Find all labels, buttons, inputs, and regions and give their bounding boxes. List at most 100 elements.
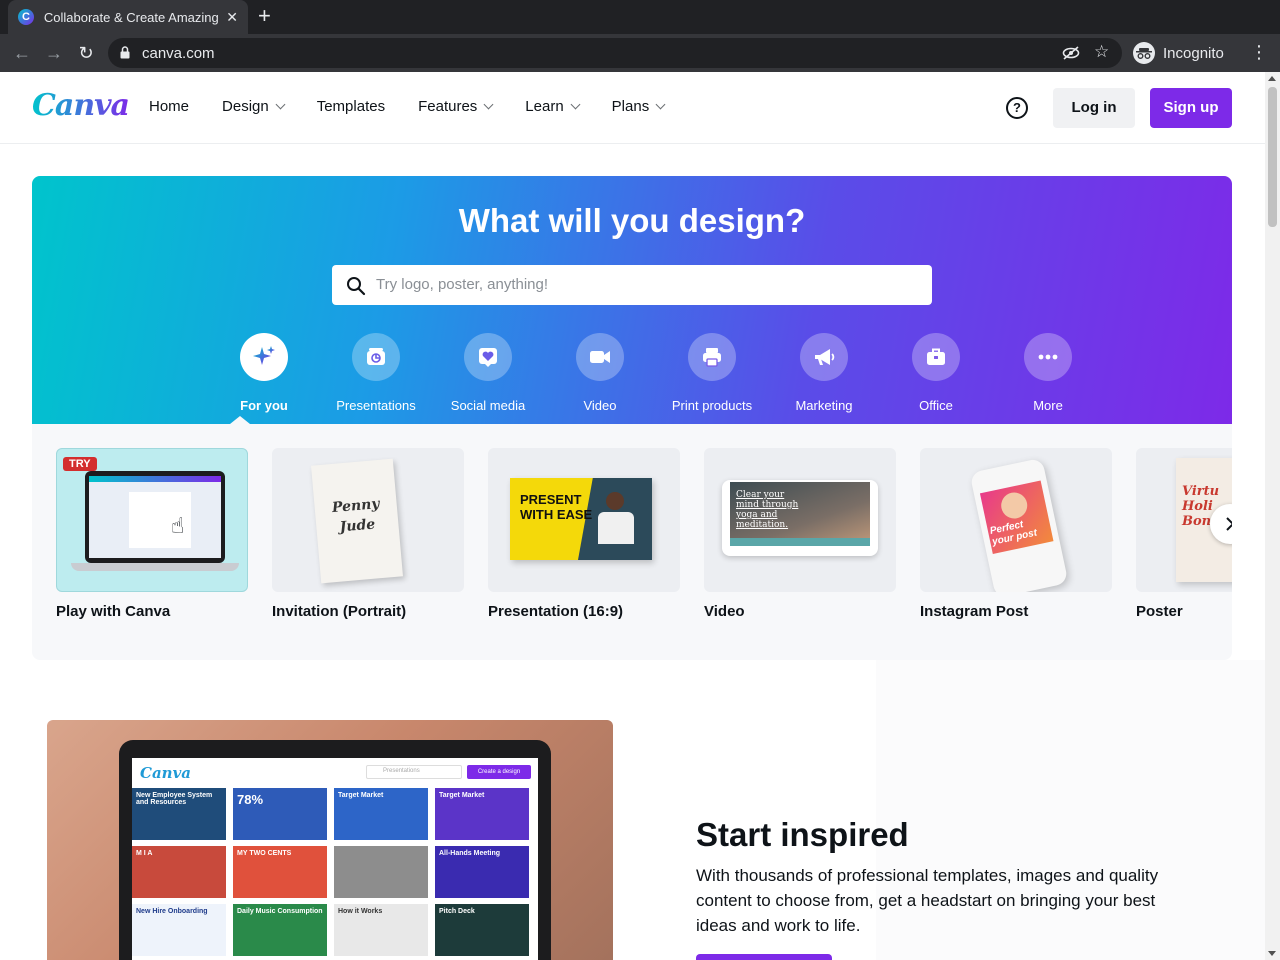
nav-label: Learn (525, 98, 564, 115)
heart-icon (464, 333, 512, 381)
url-text: canva.com (142, 45, 215, 62)
login-button[interactable]: Log in (1053, 88, 1135, 128)
tab-video[interactable]: Video (544, 333, 656, 413)
browser-tab[interactable]: C Collaborate & Create Amazing Graphic D… (8, 0, 248, 34)
category-label: Marketing (795, 398, 853, 413)
scroll-down-arrow-icon[interactable] (1268, 951, 1276, 956)
main-nav: Home Design Templates Features Learn Pla… (149, 98, 697, 115)
template-label: Invitation (Portrait) (272, 603, 407, 620)
canva-dashboard-screenshot: Canva Presentations Create a design New … (132, 758, 538, 960)
mini-tile: Pitch Deck (435, 904, 529, 956)
mini-tile: 78% (233, 788, 327, 840)
tab-print-products[interactable]: Print products (656, 333, 768, 413)
forward-icon[interactable]: → (43, 42, 65, 64)
nav-label: Design (222, 98, 269, 115)
try-badge: TRY (63, 457, 97, 471)
promo-description: With thousands of professional templates… (696, 866, 1159, 935)
template-label: Poster (1136, 603, 1183, 620)
category-tabs: For you Presentations Social media Video (208, 333, 1072, 423)
category-label: More (1033, 398, 1063, 413)
chevron-down-icon (655, 99, 666, 110)
template-instagram-post[interactable]: Perfect your post Instagram Post (920, 448, 1112, 620)
mini-tile (334, 846, 428, 898)
megaphone-icon (800, 333, 848, 381)
promo-laptop-image: Canva Presentations Create a design New … (47, 720, 613, 960)
tab-social-media[interactable]: Social media (432, 333, 544, 413)
mini-tile: Target Market (435, 788, 529, 840)
video-icon (576, 333, 624, 381)
nav-home[interactable]: Home (149, 98, 189, 115)
help-icon[interactable]: ? (1006, 97, 1028, 119)
scroll-up-arrow-icon[interactable] (1268, 76, 1276, 81)
chevron-right-icon (1226, 517, 1232, 531)
tab-more[interactable]: More (992, 333, 1104, 413)
hero-banner: What will you design? Try logo, poster, … (32, 176, 1232, 424)
mini-canva-logo: Canva (140, 764, 191, 782)
nav-plans[interactable]: Plans (611, 98, 666, 115)
promo-cta-button[interactable] (696, 954, 832, 960)
category-label: Social media (450, 398, 526, 413)
active-tab-pointer (230, 416, 250, 424)
template-thumbnail: Perfect your post (920, 448, 1112, 592)
chevron-down-icon (483, 99, 494, 110)
design-search-input[interactable]: Try logo, poster, anything! (332, 265, 932, 305)
mini-tile: MY TWO CENTS (233, 846, 327, 898)
lock-icon (120, 46, 130, 59)
template-label: Presentation (16:9) (488, 603, 624, 620)
template-invitation-portrait[interactable]: Penny Jude Invitation (Portrait) (272, 448, 464, 620)
mini-tile: New Employee System and Resources (132, 788, 226, 840)
category-label: For you (240, 398, 288, 413)
template-presentation[interactable]: PRESENT WITH EASE Presentation (16:9) (488, 448, 680, 620)
nav-label: Features (418, 98, 478, 115)
poster-text: Virtu (1182, 484, 1220, 499)
reload-icon[interactable]: ↻ (75, 42, 97, 64)
page-scrollbar[interactable] (1265, 72, 1280, 960)
nav-label: Plans (611, 98, 650, 115)
tab-for-you[interactable]: For you (208, 333, 320, 413)
mini-tile: Daily Music Consumption (233, 904, 327, 956)
template-play-with-canva[interactable]: ☝ TRY Play with Canva (56, 448, 248, 620)
template-thumbnail: Clear your mind through yoga and meditat… (704, 448, 896, 592)
template-label: Play with Canva (56, 603, 171, 620)
nav-features[interactable]: Features (418, 98, 494, 115)
tracking-off-eye-icon[interactable] (1062, 45, 1080, 61)
canva-favicon-icon: C (18, 9, 34, 25)
new-tab-icon[interactable]: + (258, 4, 271, 28)
template-video[interactable]: Clear your mind through yoga and meditat… (704, 448, 896, 620)
slide-text: WITH EASE (520, 507, 593, 522)
tab-marketing[interactable]: Marketing (768, 333, 880, 413)
chevron-down-icon (275, 99, 286, 110)
template-label: Instagram Post (920, 603, 1029, 620)
nav-design[interactable]: Design (222, 98, 286, 115)
video-frame: Clear your mind through yoga and meditat… (722, 480, 878, 556)
mini-tile: Target Market (334, 788, 428, 840)
browser-menu-icon[interactable]: ⋮ (1250, 42, 1268, 63)
video-text: meditation. (736, 520, 789, 530)
mini-tile: New Hire Onboarding (132, 904, 226, 956)
search-placeholder: Try logo, poster, anything! (376, 276, 549, 293)
scrollbar-thumb[interactable] (1268, 87, 1277, 227)
browser-tabstrip: C Collaborate & Create Amazing Graphic D… (0, 0, 1280, 34)
bookmark-star-icon[interactable]: ☆ (1094, 42, 1109, 62)
briefcase-icon (912, 333, 960, 381)
nav-templates[interactable]: Templates (317, 98, 385, 115)
sparkle-icon (240, 333, 288, 381)
nav-learn[interactable]: Learn (525, 98, 581, 115)
search-icon (347, 277, 366, 296)
close-tab-icon[interactable]: ✕ (226, 9, 238, 26)
site-header: Canva Home Design Templates Features Lea… (0, 72, 1265, 144)
presentation-slide: PRESENT WITH EASE (510, 478, 652, 560)
canva-logo[interactable]: Canva (32, 88, 130, 123)
incognito-indicator[interactable]: Incognito (1130, 39, 1240, 67)
hand-cursor-icon: ☝ (171, 513, 185, 538)
back-icon[interactable]: ← (11, 42, 33, 64)
video-text: yoga and (736, 510, 778, 520)
printer-icon (688, 333, 736, 381)
address-bar[interactable]: canva.com ☆ (108, 38, 1122, 68)
tab-office[interactable]: Office (880, 333, 992, 413)
incognito-label: Incognito (1163, 44, 1224, 62)
nav-label: Templates (316, 98, 386, 115)
category-label: Video (583, 398, 617, 413)
tab-presentations[interactable]: Presentations (320, 333, 432, 413)
signup-button[interactable]: Sign up (1150, 88, 1232, 128)
